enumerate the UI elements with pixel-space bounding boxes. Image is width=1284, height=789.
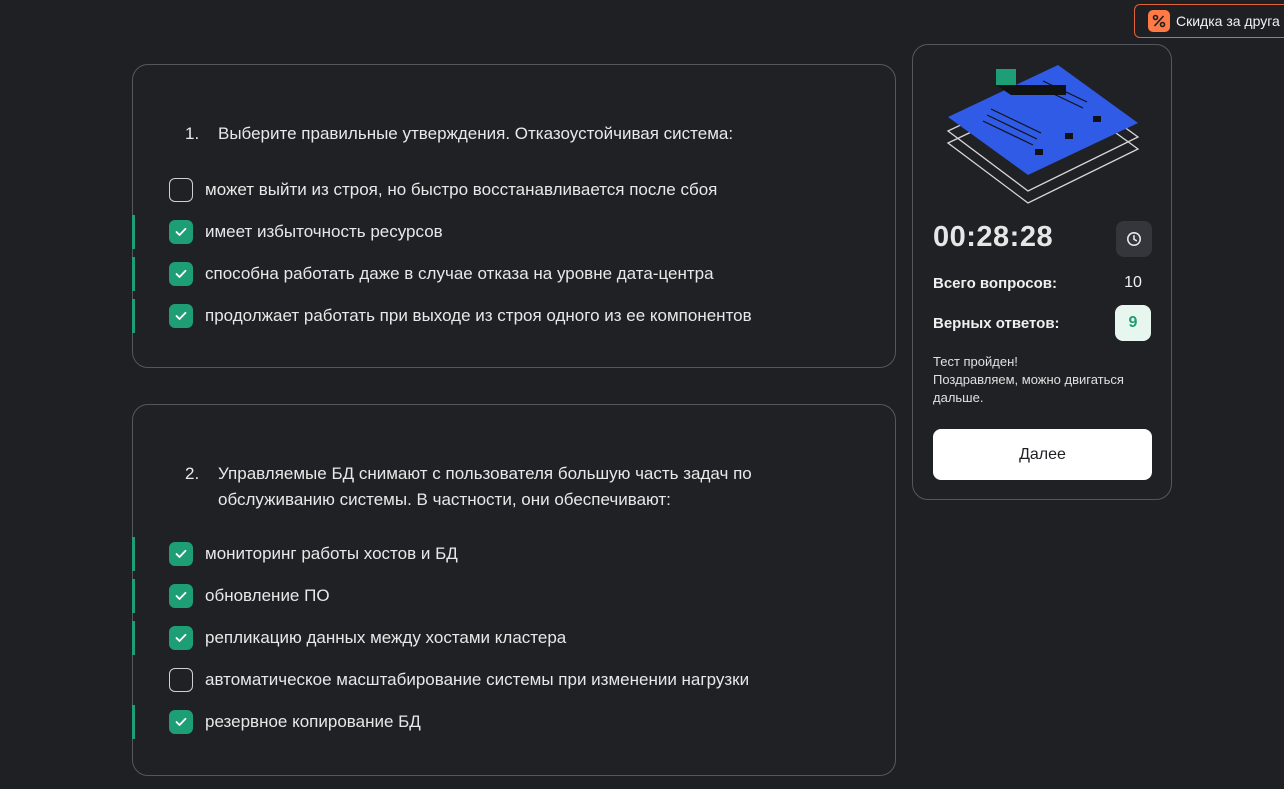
checkbox-checked[interactable] bbox=[169, 542, 193, 566]
checkmark-icon bbox=[175, 269, 187, 278]
question-text: Выберите правильные утверждения. Отказоу… bbox=[218, 124, 734, 143]
checkmark-icon bbox=[175, 227, 187, 236]
referral-discount-button[interactable]: Скидка за друга bbox=[1134, 4, 1284, 38]
clock-icon bbox=[1127, 232, 1141, 246]
question-number: 1. bbox=[185, 124, 200, 143]
question-card-2: 2. Управляемые БД снимают с пользователя… bbox=[132, 404, 896, 776]
answer-label: продолжает работать при выходе из строя … bbox=[205, 306, 752, 325]
checkbox-checked[interactable] bbox=[169, 262, 193, 286]
answer-label: способна работать даже в случае отказа н… bbox=[205, 264, 714, 283]
question-card-1: 1. Выберите правильные утверждения. Отка… bbox=[132, 64, 896, 368]
question-number: 2. bbox=[185, 464, 200, 483]
checkbox-checked[interactable] bbox=[169, 304, 193, 328]
answer-label: обновление ПО bbox=[205, 586, 330, 605]
answer-option[interactable]: способна работать даже в случае отказа н… bbox=[132, 253, 895, 295]
timer-toggle-button[interactable] bbox=[1116, 221, 1152, 257]
checkbox-checked[interactable] bbox=[169, 220, 193, 244]
answer-label: репликацию данных между хостами кластера bbox=[205, 628, 567, 647]
answer-label: может выйти из строя, но быстро восстана… bbox=[205, 180, 718, 199]
answer-label: мониторинг работы хостов и БД bbox=[205, 544, 458, 563]
result-message: Тест пройден! Поздравляем, можно двигать… bbox=[933, 353, 1153, 407]
checkmark-icon bbox=[175, 591, 187, 600]
checkmark-icon bbox=[175, 633, 187, 642]
answer-option[interactable]: репликацию данных между хостами кластера bbox=[132, 617, 895, 659]
question-1: 1. Выберите правильные утверждения. Отка… bbox=[185, 121, 825, 147]
answer-label: резервное копирование БД bbox=[205, 712, 421, 731]
result-subtitle: Поздравляем, можно двигаться дальше. bbox=[933, 372, 1124, 405]
answer-options: мониторинг работы хостов и БД обновление… bbox=[132, 533, 895, 743]
answer-option[interactable]: продолжает работать при выходе из строя … bbox=[132, 295, 895, 337]
total-questions-label: Всего вопросов: bbox=[933, 274, 1057, 292]
discount-percent-icon bbox=[1148, 10, 1170, 32]
result-title: Тест пройден! bbox=[933, 354, 1018, 369]
total-questions-row: Всего вопросов: 10 bbox=[933, 271, 1151, 295]
quiz-results-page: Скидка за друга 1. Выберите правильные у… bbox=[0, 0, 1284, 789]
checkbox-checked[interactable] bbox=[169, 626, 193, 650]
checkbox-unchecked[interactable] bbox=[169, 668, 193, 692]
checkmark-icon bbox=[175, 549, 187, 558]
referral-discount-label: Скидка за друга bbox=[1176, 13, 1280, 29]
checkbox-checked[interactable] bbox=[169, 710, 193, 734]
checkbox-checked[interactable] bbox=[169, 584, 193, 608]
correct-answers-badge: 9 bbox=[1115, 305, 1151, 341]
total-questions-value: 10 bbox=[1124, 274, 1142, 291]
answer-option[interactable]: имеет избыточность ресурсов bbox=[132, 211, 895, 253]
answer-option[interactable]: обновление ПО bbox=[132, 575, 895, 617]
answer-options: может выйти из строя, но быстро восстана… bbox=[132, 169, 895, 337]
correct-answers-row: Верных ответов: 9 bbox=[933, 305, 1151, 341]
question-2: 2. Управляемые БД снимают с пользователя… bbox=[185, 461, 825, 513]
results-panel: 00:28:28 Всего вопросов: 10 Верных ответ… bbox=[912, 44, 1172, 500]
answer-label: имеет избыточность ресурсов bbox=[205, 222, 443, 241]
next-button[interactable]: Далее bbox=[933, 429, 1152, 480]
timer-display: 00:28:28 bbox=[933, 221, 1054, 253]
question-text: Управляемые БД снимают с пользователя бо… bbox=[218, 464, 752, 509]
checkmark-icon bbox=[175, 311, 187, 320]
answer-option[interactable]: автоматическое масштабирование системы п… bbox=[133, 659, 895, 701]
checkbox-unchecked[interactable] bbox=[169, 178, 193, 202]
correct-answers-label: Верных ответов: bbox=[933, 314, 1060, 332]
answer-option[interactable]: резервное копирование БД bbox=[132, 701, 895, 743]
checkmark-icon bbox=[175, 717, 187, 726]
answer-option[interactable]: мониторинг работы хостов и БД bbox=[132, 533, 895, 575]
answer-label: автоматическое масштабирование системы п… bbox=[205, 670, 750, 689]
documents-illustration bbox=[946, 65, 1140, 204]
answer-option[interactable]: может выйти из строя, но быстро восстана… bbox=[133, 169, 895, 211]
